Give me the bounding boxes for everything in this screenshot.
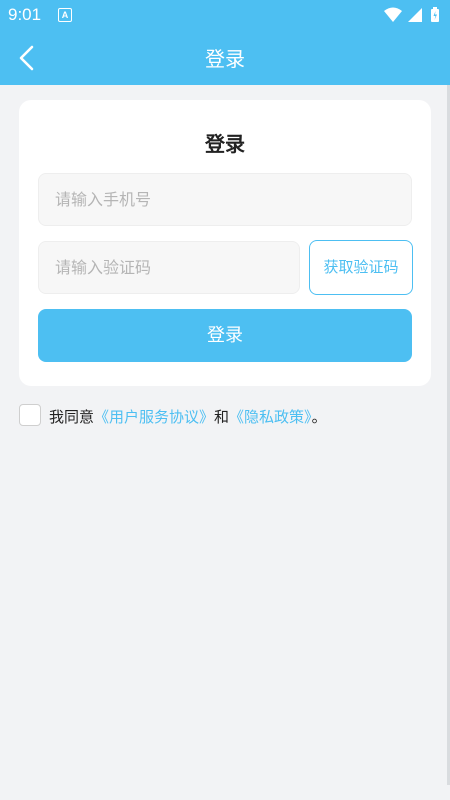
notification-icon: A bbox=[58, 8, 72, 22]
page-title: 登录 bbox=[205, 47, 245, 71]
login-button[interactable]: 登录 bbox=[38, 309, 412, 362]
phone-input[interactable] bbox=[38, 173, 412, 226]
wifi-signal-battery-icon bbox=[384, 7, 439, 22]
agreement-conjunction: 和 bbox=[214, 408, 230, 426]
user-agreement-link[interactable]: 《用户服务协议》 bbox=[94, 408, 214, 426]
agree-checkbox[interactable] bbox=[19, 404, 41, 426]
verification-code-input[interactable] bbox=[38, 241, 300, 294]
agreement-prefix: 我同意 bbox=[49, 408, 95, 426]
get-code-button[interactable]: 获取验证码 bbox=[309, 240, 413, 295]
app-bar: 登录 bbox=[0, 30, 450, 85]
status-icons bbox=[382, 6, 442, 28]
agreement-suffix: 。 bbox=[311, 408, 327, 426]
privacy-policy-link[interactable]: 《隐私政策》 bbox=[229, 408, 312, 426]
login-card: 登录 获取验证码 登录 bbox=[19, 100, 431, 386]
login-card-title: 登录 bbox=[205, 132, 245, 156]
status-bar: 9:01 A bbox=[0, 0, 450, 30]
status-time: 9:01 bbox=[8, 5, 42, 24]
agreement-text: 我同意《用户服务协议》和《隐私政策》。 bbox=[49, 406, 327, 427]
